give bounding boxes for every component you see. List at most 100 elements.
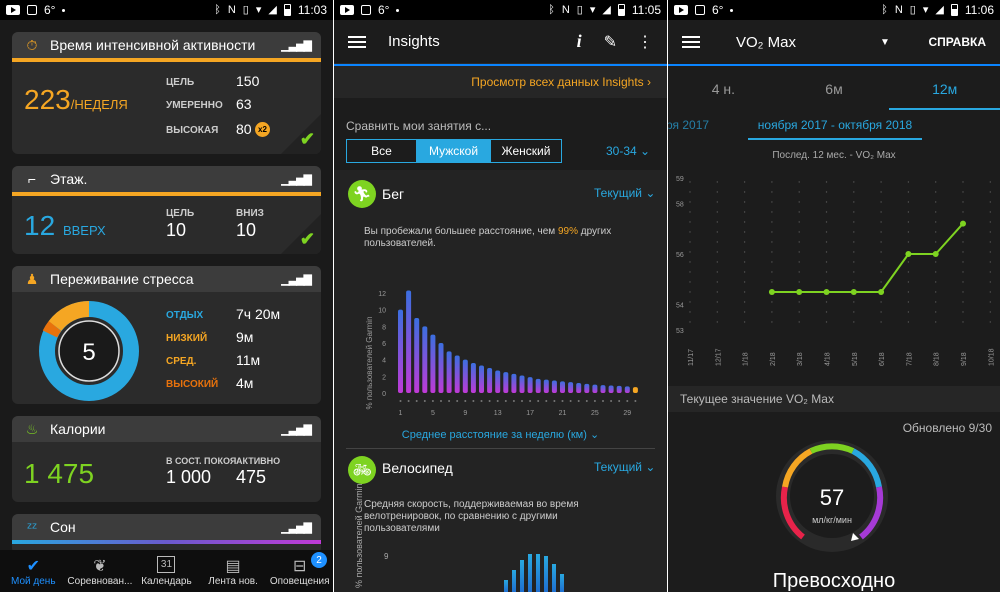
menu-icon[interactable]	[682, 36, 700, 48]
x-tick-dot	[472, 400, 475, 402]
grid-dot	[743, 241, 746, 243]
nav-my-day[interactable]: ✔ Мой день	[0, 550, 67, 592]
grid-dot	[880, 221, 882, 223]
current-range[interactable]: ноября 2017 - октября 2018	[748, 118, 922, 140]
grid-dot	[880, 201, 882, 203]
previous-range[interactable]: ря 2017	[668, 118, 709, 132]
vo2-point	[796, 289, 803, 295]
info-icon[interactable]: i	[577, 31, 582, 52]
my-day-screen: 6° ᛒ N ▯ ▾ ◢ 11:03 ⏱ Время интенсивной активн…	[0, 0, 333, 592]
distribution-bar	[519, 375, 525, 393]
x-tick-label: 1/18	[743, 352, 750, 366]
distribution-bar	[487, 368, 493, 393]
page-title-dropdown[interactable]: VO₂ Max	[736, 34, 796, 51]
grid-dot	[771, 251, 773, 253]
wifi-icon: ▾	[922, 3, 929, 16]
grid-dot	[880, 321, 882, 323]
segment-all[interactable]: Все	[347, 140, 417, 162]
nav-notifications[interactable]: ⊟ Оповещения 2	[266, 550, 333, 592]
help-button[interactable]: СПРАВКА	[928, 35, 986, 49]
bar-chart-icon[interactable]: ▁▃▅▇	[281, 521, 312, 534]
nav-challenges[interactable]: ❦ Соревнован...	[67, 550, 134, 592]
grid-dot	[935, 221, 937, 223]
nav-newsfeed[interactable]: ▤ Лента нов.	[200, 550, 267, 592]
floors-card[interactable]: ⌐ Этаж. ▁▃▅▇ 12 ВВЕРХ ЦЕЛЬ 10 ВНИЗ 10 ✔	[12, 166, 321, 254]
grid-dot	[798, 211, 800, 213]
grid-dot	[716, 201, 718, 203]
grid-dot	[907, 301, 910, 303]
accent-stripe	[12, 58, 321, 62]
grid-dot	[716, 211, 718, 213]
dot-icon	[396, 8, 400, 12]
grid-dot	[771, 311, 773, 313]
calories-total: 1 475	[24, 458, 95, 489]
running-x-label[interactable]: Среднее расстояние за неделю (км) ⌄	[334, 428, 667, 441]
x-tick-dot	[529, 400, 532, 402]
vo2max-gauge: 57 мл/кг/мин	[776, 440, 888, 552]
check-icon: ✔	[26, 557, 40, 575]
distribution-bar	[632, 387, 638, 393]
grid-dot	[907, 311, 910, 313]
x-tick-label: 1	[399, 410, 403, 417]
tab-6-months[interactable]: 6м	[779, 70, 890, 110]
cycling-period-dropdown[interactable]: Текущий ⌄	[594, 460, 655, 474]
tab-12-months[interactable]: 12м	[889, 70, 1000, 110]
card-title: Время интенсивной активности	[50, 37, 256, 53]
running-period-dropdown[interactable]: Текущий ⌄	[594, 186, 655, 200]
segment-female[interactable]: Женский	[491, 140, 561, 162]
vigorous-value: 80	[236, 121, 252, 137]
stairs-icon: ⌐	[27, 171, 37, 187]
grid-dot	[935, 241, 937, 243]
grid-dot	[689, 251, 691, 253]
bar-chart-icon[interactable]: ▁▃▅▇	[281, 423, 312, 436]
bar-chart-icon[interactable]: ▁▃▅▇	[281, 273, 312, 286]
grid-dot	[962, 191, 964, 193]
app-bar: Insights i ✎ ⋮	[334, 20, 667, 64]
battery-icon	[617, 4, 625, 16]
caret-down-icon[interactable]: ▼	[880, 37, 890, 48]
grid-dot	[853, 281, 855, 283]
x-tick-dot	[561, 400, 564, 402]
x-tick-dot	[448, 400, 451, 402]
grid-dot	[798, 281, 800, 283]
nav-calendar[interactable]: 31 Календарь	[133, 550, 200, 592]
menu-icon[interactable]	[348, 35, 366, 48]
x-tick-dot	[423, 400, 426, 402]
battery-icon	[950, 4, 958, 16]
edit-icon[interactable]: ✎	[604, 32, 617, 52]
grid-dot	[716, 281, 718, 283]
intensity-minutes-card[interactable]: ⏱ Время интенсивной активности ▁▃▅▇ 223/…	[12, 32, 321, 154]
segment-male[interactable]: Мужской	[417, 140, 491, 162]
y-tick-label: 53	[676, 328, 684, 335]
grid-dot	[716, 321, 718, 323]
calories-card[interactable]: ♨ Калории ▁▃▅▇ 1 475 В СОСТ. ПОКОЯ 1 000…	[12, 416, 321, 502]
age-dropdown[interactable]: 30-34 ⌄	[606, 144, 650, 158]
tab-4-weeks[interactable]: 4 н.	[668, 70, 779, 110]
stress-card[interactable]: ♟ Переживание стресса ▁▃▅▇ 5 ОТДЫХ 7ч 20м…	[12, 266, 321, 404]
distribution-bar	[430, 334, 436, 393]
x-tick-dot	[553, 400, 556, 402]
view-all-insights-link[interactable]: Просмотр всех данных Insights ›	[334, 66, 667, 98]
y-tick-label: 8	[382, 324, 386, 331]
x-tick-label: 5/18	[852, 352, 859, 366]
x-tick-label: 6/18	[879, 352, 886, 366]
grid-dot	[798, 251, 800, 253]
grid-dot	[989, 291, 991, 293]
cycling-distribution-chart	[504, 554, 564, 592]
x-tick-dot	[399, 400, 402, 402]
grid-dot	[825, 271, 828, 273]
grid-dot	[989, 261, 991, 263]
distribution-bar	[511, 373, 517, 393]
more-icon[interactable]: ⋮	[637, 32, 653, 52]
sleep-card[interactable]: ᶻᶻ Сон ▁▃▅▇	[12, 514, 321, 554]
grid-dot	[798, 231, 800, 233]
running-summary: Вы пробежали большее расстояние, чем 99%…	[364, 226, 612, 249]
grid-dot	[853, 221, 855, 223]
x-tick-dot	[537, 400, 540, 402]
grid-dot	[962, 251, 964, 253]
cycling-section: 🚲︎ Велосипед Текущий ⌄ Средняя скорость,…	[334, 450, 667, 592]
bar-chart-icon[interactable]: ▁▃▅▇	[281, 173, 312, 186]
bar-chart-icon[interactable]: ▁▃▅▇	[281, 39, 312, 52]
grid-dot	[907, 261, 910, 263]
card-header: ⏱ Время интенсивной активности ▁▃▅▇	[12, 32, 321, 58]
